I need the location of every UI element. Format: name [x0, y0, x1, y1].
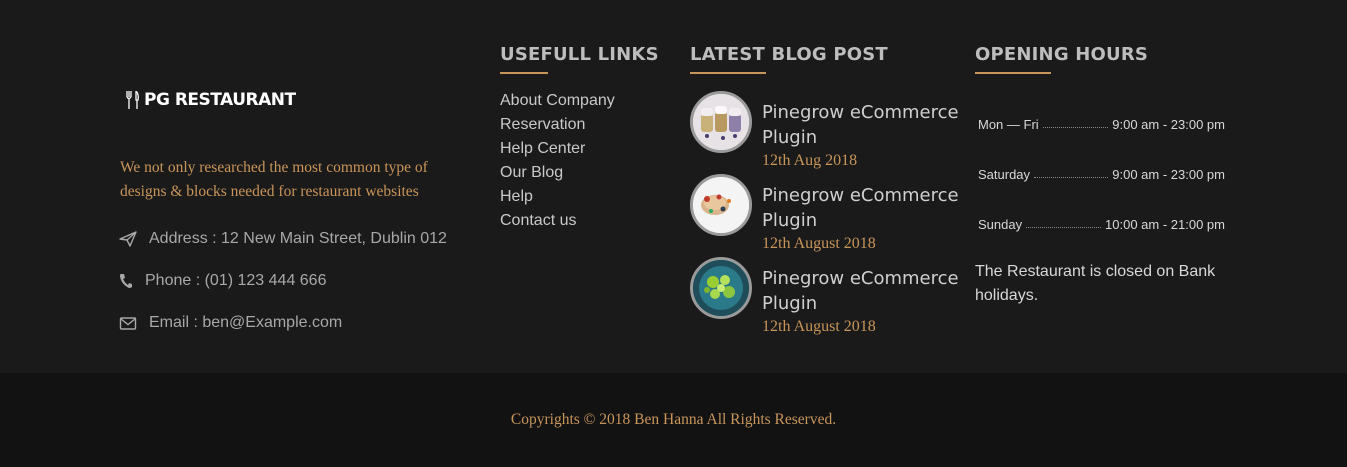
- email-text: Email : ben@Example.com: [149, 314, 343, 331]
- hours-dots: [1042, 127, 1109, 128]
- links-heading: USEFULL LINKS: [500, 44, 659, 65]
- phone-row: Phone : (01) 123 444 666: [119, 272, 326, 290]
- blog-thumbnail[interactable]: [690, 91, 752, 153]
- logo[interactable]: PG RESTAURANT: [126, 90, 296, 110]
- link-reservation[interactable]: Reservation: [500, 113, 615, 137]
- blog-post[interactable]: Pinegrow eCommerce Plugin 12th Aug 2018: [690, 91, 959, 171]
- hours-heading-underline: [975, 72, 1051, 74]
- link-our-blog[interactable]: Our Blog: [500, 161, 615, 185]
- hours-dots: [1034, 177, 1109, 178]
- blog-post-title[interactable]: Pinegrow eCommerce Plugin: [762, 100, 962, 150]
- closed-note: The Restaurant is closed on Bank holiday…: [975, 263, 1216, 304]
- hours-day: Mon — Fri: [978, 117, 1039, 132]
- blog-post-title[interactable]: Pinegrow eCommerce Plugin: [762, 266, 962, 316]
- logo-text: PG RESTAURANT: [144, 90, 296, 110]
- paper-plane-icon: [119, 231, 137, 247]
- link-contact-us[interactable]: Contact us: [500, 209, 615, 233]
- phone-icon: [120, 274, 132, 288]
- salad-image: [693, 260, 749, 316]
- blog-thumbnail[interactable]: [690, 257, 752, 319]
- hours-time: 9:00 am - 23:00 pm: [1112, 167, 1225, 182]
- pancake-image: [693, 177, 749, 233]
- link-about-company[interactable]: About Company: [500, 89, 615, 113]
- dessert-image: [693, 94, 749, 150]
- hours-row: Saturday 9:00 am - 23:00 pm: [978, 164, 1225, 182]
- links-heading-underline: [500, 72, 548, 74]
- address-row: Address : 12 New Main Street, Dublin 012: [119, 230, 447, 248]
- blog-post[interactable]: Pinegrow eCommerce Plugin 12th August 20…: [690, 174, 959, 254]
- about-text: We not only researched the most common t…: [120, 159, 428, 200]
- blog-post-date: 12th Aug 2018: [762, 152, 858, 169]
- hours-heading: OPENING HOURS: [975, 44, 1149, 65]
- footer-bottom-bar: Copyrights © 2018 Ben Hanna All Rights R…: [0, 373, 1347, 467]
- blog-thumbnail[interactable]: [690, 174, 752, 236]
- useful-links-list: About Company Reservation Help Center Ou…: [500, 89, 615, 233]
- fork-knife-icon: [126, 91, 139, 109]
- blog-post-title[interactable]: Pinegrow eCommerce Plugin: [762, 183, 962, 233]
- hours-row: Mon — Fri 9:00 am - 23:00 pm: [978, 114, 1225, 132]
- blog-heading-underline: [690, 72, 766, 74]
- link-help[interactable]: Help: [500, 185, 615, 209]
- hours-day: Sunday: [978, 217, 1023, 232]
- hours-time: 10:00 am - 21:00 pm: [1105, 217, 1225, 232]
- hours-dots: [1026, 227, 1102, 228]
- address-text: Address : 12 New Main Street, Dublin 012: [149, 230, 447, 247]
- link-help-center[interactable]: Help Center: [500, 137, 615, 161]
- hours-row: Sunday 10:00 am - 21:00 pm: [978, 214, 1225, 232]
- phone-text: Phone : (01) 123 444 666: [145, 272, 327, 289]
- blog-post-date: 12th August 2018: [762, 235, 876, 252]
- hours-day: Saturday: [978, 167, 1031, 182]
- blog-heading: LATEST BLOG POST: [690, 44, 888, 65]
- envelope-icon: [119, 317, 137, 330]
- blog-post[interactable]: Pinegrow eCommerce Plugin 12th August 20…: [690, 257, 959, 337]
- email-row: Email : ben@Example.com: [119, 314, 342, 332]
- copyright-text: Copyrights © 2018 Ben Hanna All Rights R…: [510, 411, 837, 428]
- hours-time: 9:00 am - 23:00 pm: [1112, 117, 1225, 132]
- footer-main: PG RESTAURANT We not only researched the…: [0, 0, 1347, 373]
- blog-post-date: 12th August 2018: [762, 318, 876, 335]
